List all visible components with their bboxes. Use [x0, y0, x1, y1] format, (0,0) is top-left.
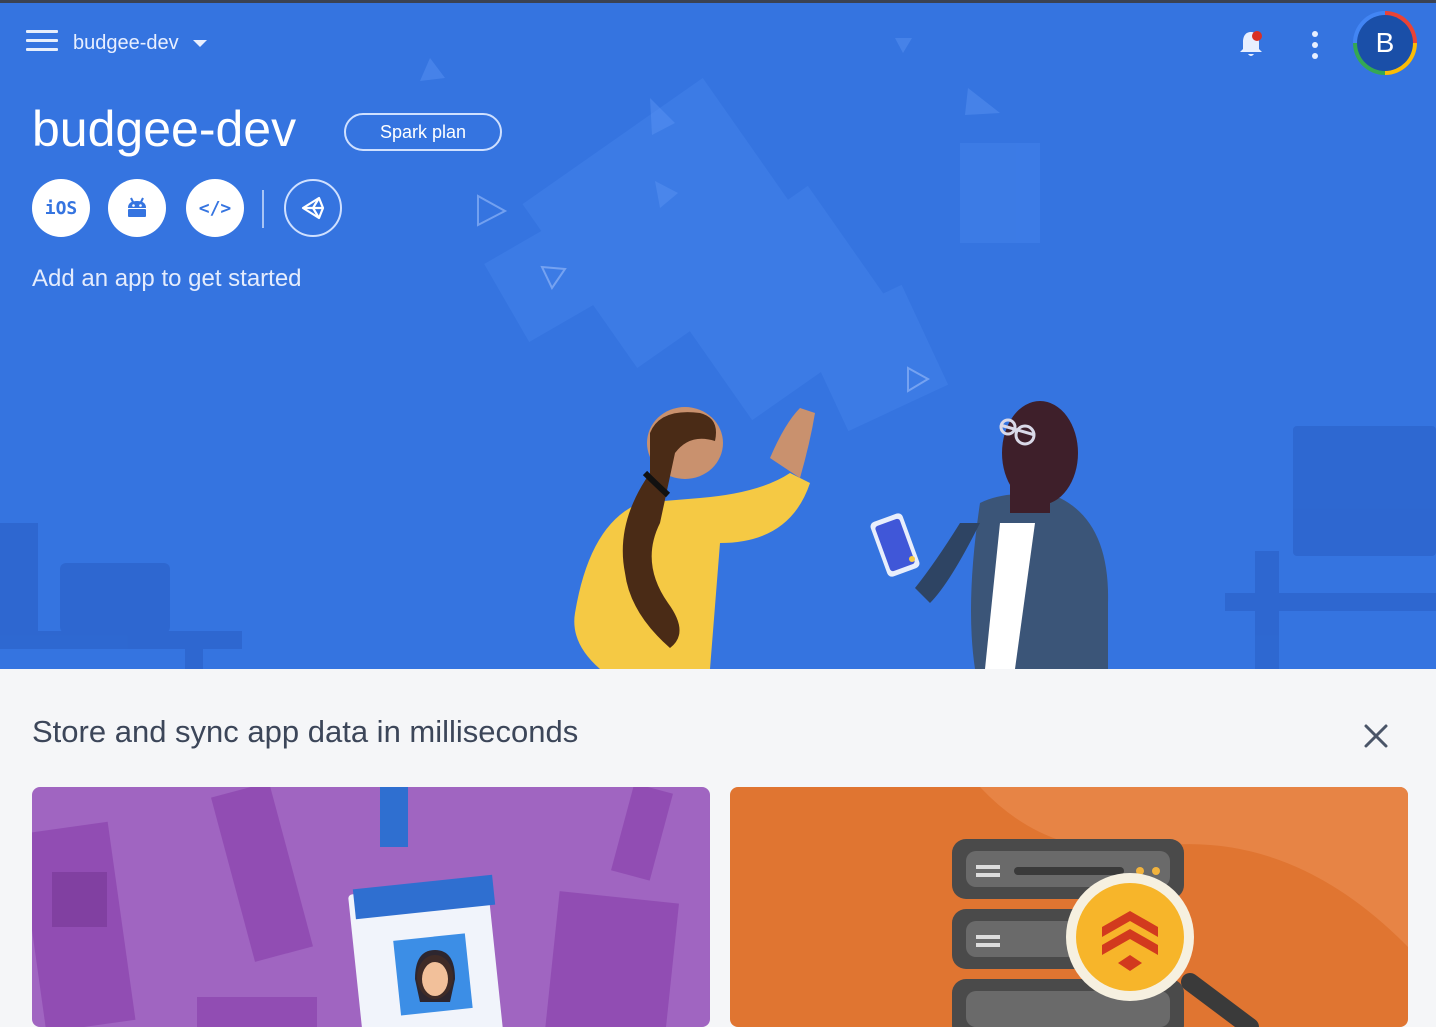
project-selector[interactable]: budgee-dev	[73, 29, 207, 57]
android-icon	[128, 197, 146, 217]
notifications-bell-icon[interactable]	[1234, 27, 1268, 61]
get-started-text: Add an app to get started	[32, 265, 302, 292]
unity-icon	[301, 196, 325, 220]
avatar-initial: B	[1357, 15, 1413, 71]
top-app-bar: budgee-dev B	[0, 3, 1436, 83]
promo-section-title: Store and sync app data in milliseconds	[32, 714, 579, 749]
database-search-illustration	[952, 787, 1408, 1027]
chevron-down-icon	[192, 39, 207, 47]
project-selector-label: budgee-dev	[73, 31, 179, 54]
add-unity-app-button[interactable]	[284, 179, 342, 237]
ios-icon: iOS	[44, 197, 78, 219]
add-web-app-button[interactable]: </>	[186, 179, 244, 237]
id-badge-illustration	[32, 787, 679, 1027]
web-code-icon: </>	[198, 197, 232, 219]
hero-banner: budgee-dev B budgee-dev Spark plan iOS <…	[0, 3, 1436, 669]
close-icon[interactable]	[1356, 716, 1396, 756]
add-android-app-button[interactable]	[108, 179, 166, 237]
menu-icon[interactable]	[26, 30, 58, 56]
database-card[interactable]	[730, 787, 1408, 1027]
man-figure	[870, 401, 1109, 669]
plan-badge[interactable]: Spark plan	[344, 113, 502, 151]
project-title: budgee-dev	[32, 101, 297, 157]
authentication-card[interactable]	[32, 787, 710, 1027]
account-avatar[interactable]: B	[1353, 11, 1417, 75]
platform-divider	[262, 190, 264, 228]
more-options-icon[interactable]	[1300, 27, 1330, 63]
woman-figure	[574, 407, 815, 669]
add-ios-app-button[interactable]: iOS	[32, 179, 90, 237]
